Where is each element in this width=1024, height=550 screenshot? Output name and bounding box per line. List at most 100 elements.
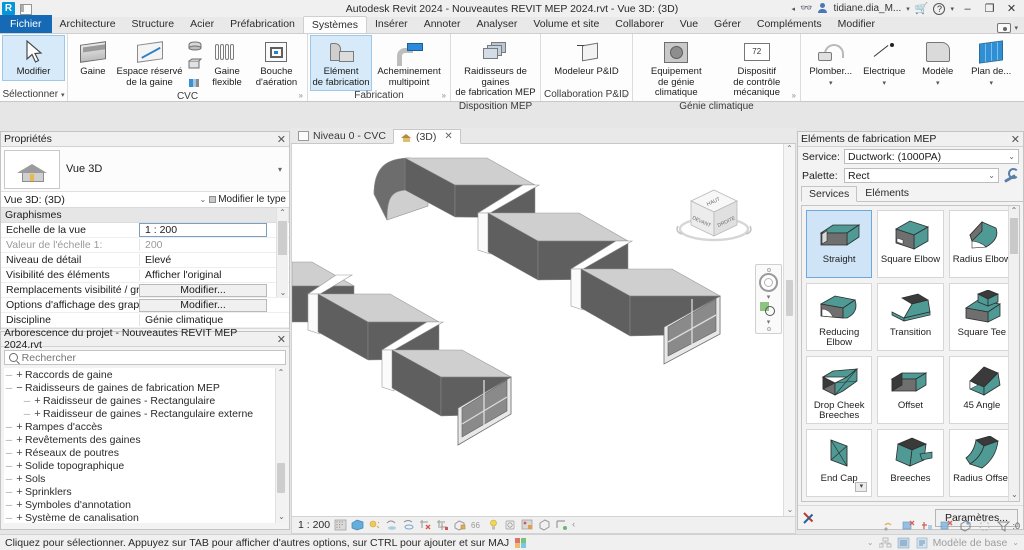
ribbon-tab-gerer[interactable]: Gérer — [706, 15, 749, 33]
analytical-model-icon[interactable] — [521, 519, 534, 532]
property-row-options-affichage[interactable]: Options d'affichage des graphismes Modif… — [1, 298, 289, 313]
tree-toggle-icon[interactable]: + — [14, 369, 25, 381]
account-name[interactable]: tidiane.dia_M... — [833, 3, 901, 14]
tree-toggle-icon[interactable]: + — [14, 434, 25, 446]
tree-node[interactable]: ─ + Sols — [4, 472, 286, 485]
binoculars-icon[interactable]: 👓 — [800, 3, 812, 14]
tree-node[interactable]: ─ + Raidisseur de gaines - Rectangulaire e… — [4, 407, 286, 420]
rendering-dialog-icon[interactable] — [402, 519, 415, 532]
project-browser-search[interactable] — [4, 350, 286, 365]
gaine-button[interactable]: Gaine — [71, 36, 115, 80]
mep-tab-services[interactable]: Services — [801, 186, 858, 202]
mep-panel-close-icon[interactable]: ✕ — [1011, 133, 1020, 146]
steering-wheel-icon[interactable] — [759, 273, 778, 292]
crop-region-icon[interactable] — [436, 519, 449, 532]
workset-value[interactable]: Modèle de base — [933, 537, 1008, 549]
workset-chevron-icon[interactable]: ⌄ — [1012, 538, 1019, 547]
ribbon-display-icon[interactable] — [997, 23, 1012, 33]
editing-requests-icon[interactable] — [915, 537, 928, 549]
drag-elements-icon[interactable] — [978, 520, 991, 532]
tree-toggle-icon[interactable]: + — [14, 421, 25, 433]
edit-palette-icon[interactable] — [803, 511, 818, 525]
more-icon[interactable]: ‹ — [572, 519, 585, 532]
part-cell-drop-cheek-breeches[interactable]: Drop Cheek Breeches — [806, 356, 873, 424]
tree-node[interactable]: ─ + Raccords de gaine — [4, 368, 286, 381]
properties-type-caret-icon[interactable]: ▾ — [278, 165, 286, 174]
property-row-visibilite-des-elements[interactable]: Visibilité des éléments Afficher l'origi… — [1, 268, 289, 283]
chevron-down-icon[interactable]: ⌄ — [988, 171, 995, 180]
ribbon-tab-acier[interactable]: Acier — [182, 15, 222, 33]
temporary-hide-isolate-icon[interactable]: 66 — [470, 519, 483, 532]
duct-insulation-icon[interactable] — [185, 74, 205, 91]
ribbon-tab-vue[interactable]: Vue — [672, 15, 706, 33]
unlock-3d-view-icon[interactable] — [453, 519, 466, 532]
ribbon-tab-complements[interactable]: Compléments — [749, 15, 830, 33]
ribbon-tab-inserer[interactable]: Insérer — [367, 15, 416, 33]
mep-tab-elements[interactable]: Eléments — [857, 185, 917, 201]
element-de-fabrication-button[interactable]: Elément de fabrication — [309, 35, 373, 91]
tree-toggle-icon[interactable]: + — [14, 499, 25, 511]
show-constraints-icon[interactable] — [555, 519, 568, 532]
selectionner-caret-icon[interactable]: ▾ — [61, 91, 65, 99]
detail-level-icon[interactable] — [334, 519, 347, 532]
properties-scroll-up-icon[interactable]: ⌃ — [277, 208, 288, 217]
plomberie-button[interactable]: Plomber... ▾ — [804, 36, 858, 91]
ribbon-tab-fichier[interactable]: Fichier — [0, 15, 52, 33]
zoom-icon[interactable] — [760, 302, 777, 317]
ribbon-tab-collaborer[interactable]: Collaborer — [607, 15, 671, 33]
revit-logo-icon[interactable]: R — [2, 2, 15, 15]
restore-button[interactable]: ❐ — [981, 2, 998, 15]
shadows-icon[interactable] — [385, 519, 398, 532]
property-modify-button[interactable]: Modifier... — [139, 298, 267, 312]
tree-scroll-down-icon[interactable]: ⌄ — [276, 512, 286, 523]
minimize-button[interactable]: – — [959, 3, 976, 15]
property-value[interactable]: Elevé — [139, 254, 289, 266]
viewport-scroll-thumb[interactable] — [786, 280, 793, 316]
tree-toggle-icon[interactable]: + — [14, 486, 25, 498]
genie-climatique-dialog-launcher-icon[interactable]: » — [792, 91, 796, 100]
part-cell-end-cap[interactable]: End Cap ▾ — [806, 429, 873, 497]
part-cell-straight[interactable]: Straight — [806, 210, 873, 278]
bouche-aeration-button[interactable]: Bouche d'aération — [249, 36, 304, 90]
exclude-pinned-icon[interactable] — [940, 520, 953, 532]
tree-toggle-icon[interactable]: + — [32, 395, 43, 407]
filter-icon[interactable] — [997, 520, 1011, 532]
tree-scroll-up-icon[interactable]: ⌃ — [276, 368, 286, 379]
part-cell-square-tee[interactable]: Square Tee — [948, 283, 1015, 351]
part-cell-radius-elbow[interactable]: Radius Elbow — [948, 210, 1015, 278]
mep-service-dropdown[interactable]: Ductwork: (1000PA) ⌄ — [844, 149, 1019, 164]
tree-node[interactable]: ─ + Sprinklers — [4, 485, 286, 498]
tree-scroll-thumb[interactable] — [277, 463, 285, 493]
plan-de-dropdown-icon[interactable]: ▾ — [989, 79, 993, 90]
end-cap-dropdown-icon[interactable]: ▾ — [855, 482, 868, 492]
dispositif-controle-mecanique-button[interactable]: 72 Dispositif de contrôle mécanique — [717, 36, 798, 101]
chevron-down-icon[interactable]: ⌄ — [1008, 152, 1015, 161]
electrique-button[interactable]: Electrique ▾ — [858, 36, 912, 91]
ribbon-tab-volume-et-site[interactable]: Volume et site — [525, 15, 607, 33]
edit-type-button[interactable]: Modifier le type — [209, 194, 286, 205]
property-row-discipline[interactable]: Discipline Génie climatique — [1, 313, 289, 328]
tree-node[interactable]: ─ + Symboles d'annotation — [4, 498, 286, 511]
plan-de-button[interactable]: Plan de... ▾ — [965, 36, 1019, 91]
constraints-icon[interactable] — [538, 518, 551, 532]
status-badge[interactable]: :0 — [997, 520, 1020, 532]
tree-node[interactable]: ─ + Réseaux de poutres — [4, 446, 286, 459]
pid-dialog-launcher-icon[interactable]: » — [624, 91, 628, 100]
property-value[interactable]: Afficher l'original — [139, 269, 289, 281]
exclude-links-icon[interactable] — [921, 520, 934, 532]
duct-accessory-icon[interactable] — [185, 56, 205, 73]
account-caret-icon[interactable]: ▾ — [906, 5, 910, 13]
sun-path-icon[interactable] — [368, 519, 381, 532]
select-faces-icon[interactable] — [959, 520, 972, 532]
tree-toggle-icon[interactable]: + — [14, 473, 25, 485]
plomberie-dropdown-icon[interactable]: ▾ — [829, 79, 833, 90]
part-cell-transition[interactable]: Transition — [877, 283, 944, 351]
part-cell-square-elbow[interactable]: Square Elbow — [877, 210, 944, 278]
ribbon-tab-architecture[interactable]: Architecture — [52, 15, 124, 33]
document-tab-close-icon[interactable]: ✕ — [444, 131, 452, 142]
tree-node[interactable]: ─ + Système de canalisation — [4, 511, 286, 524]
tree-node[interactable]: ─ + Revêtements des gaines — [4, 433, 286, 446]
mep-scroll-up-icon[interactable]: ⌃ — [1009, 206, 1019, 217]
viewport-scrollbar[interactable]: ⌃ ⌄ — [783, 144, 795, 516]
temporary-view-properties-icon[interactable] — [504, 519, 517, 532]
